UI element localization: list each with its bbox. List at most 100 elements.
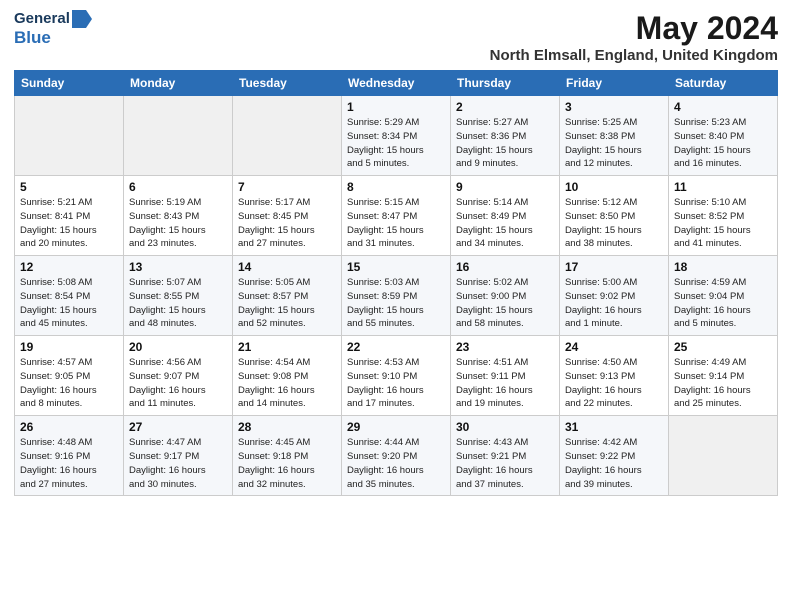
day-info: Sunrise: 4:44 AM Sunset: 9:20 PM Dayligh… — [347, 436, 445, 491]
calendar-page: General Blue May 2024 North Elmsall, Eng… — [0, 0, 792, 506]
day-info: Sunrise: 4:43 AM Sunset: 9:21 PM Dayligh… — [456, 436, 554, 491]
day-cell — [669, 416, 778, 496]
day-number: 5 — [20, 180, 118, 194]
day-info: Sunrise: 5:23 AM Sunset: 8:40 PM Dayligh… — [674, 116, 772, 171]
day-number: 17 — [565, 260, 663, 274]
day-number: 6 — [129, 180, 227, 194]
day-cell: 5 Sunrise: 5:21 AM Sunset: 8:41 PM Daylig… — [15, 176, 124, 256]
day-cell: 23 Sunrise: 4:51 AM Sunset: 9:11 PM Dayli… — [451, 336, 560, 416]
day-info: Sunrise: 4:57 AM Sunset: 9:05 PM Dayligh… — [20, 356, 118, 411]
day-info: Sunrise: 4:45 AM Sunset: 9:18 PM Dayligh… — [238, 436, 336, 491]
day-info: Sunrise: 4:54 AM Sunset: 9:08 PM Dayligh… — [238, 356, 336, 411]
day-number: 1 — [347, 100, 445, 114]
day-info: Sunrise: 5:00 AM Sunset: 9:02 PM Dayligh… — [565, 276, 663, 331]
day-cell: 12 Sunrise: 5:08 AM Sunset: 8:54 PM Dayli… — [15, 256, 124, 336]
col-tuesday: Tuesday — [233, 71, 342, 96]
day-info: Sunrise: 4:48 AM Sunset: 9:16 PM Dayligh… — [20, 436, 118, 491]
day-number: 28 — [238, 420, 336, 434]
day-info: Sunrise: 5:14 AM Sunset: 8:49 PM Dayligh… — [456, 196, 554, 251]
day-cell: 11 Sunrise: 5:10 AM Sunset: 8:52 PM Dayli… — [669, 176, 778, 256]
col-monday: Monday — [124, 71, 233, 96]
day-info: Sunrise: 4:49 AM Sunset: 9:14 PM Dayligh… — [674, 356, 772, 411]
day-info: Sunrise: 5:17 AM Sunset: 8:45 PM Dayligh… — [238, 196, 336, 251]
day-cell: 31 Sunrise: 4:42 AM Sunset: 9:22 PM Dayli… — [560, 416, 669, 496]
day-info: Sunrise: 4:56 AM Sunset: 9:07 PM Dayligh… — [129, 356, 227, 411]
week-row-3: 12 Sunrise: 5:08 AM Sunset: 8:54 PM Dayli… — [15, 256, 778, 336]
day-cell: 2Sunrise: 5:27 AM Sunset: 8:36 PM Daylig… — [451, 96, 560, 176]
day-number: 10 — [565, 180, 663, 194]
day-number: 11 — [674, 180, 772, 194]
day-info: Sunrise: 4:59 AM Sunset: 9:04 PM Dayligh… — [674, 276, 772, 331]
day-number: 2 — [456, 100, 554, 114]
day-number: 16 — [456, 260, 554, 274]
day-info: Sunrise: 4:51 AM Sunset: 9:11 PM Dayligh… — [456, 356, 554, 411]
week-row-2: 5 Sunrise: 5:21 AM Sunset: 8:41 PM Daylig… — [15, 176, 778, 256]
day-info: Sunrise: 4:47 AM Sunset: 9:17 PM Dayligh… — [129, 436, 227, 491]
day-cell: 4 Sunrise: 5:23 AM Sunset: 8:40 PM Daylig… — [669, 96, 778, 176]
title-month: May 2024 — [490, 10, 778, 47]
day-number: 18 — [674, 260, 772, 274]
day-number: 4 — [674, 100, 772, 114]
day-cell: 19 Sunrise: 4:57 AM Sunset: 9:05 PM Dayli… — [15, 336, 124, 416]
day-cell: 27 Sunrise: 4:47 AM Sunset: 9:17 PM Dayli… — [124, 416, 233, 496]
week-row-4: 19 Sunrise: 4:57 AM Sunset: 9:05 PM Dayli… — [15, 336, 778, 416]
day-info: Sunrise: 5:10 AM Sunset: 8:52 PM Dayligh… — [674, 196, 772, 251]
day-cell: 15 Sunrise: 5:03 AM Sunset: 8:59 PM Dayli… — [342, 256, 451, 336]
day-cell: 8Sunrise: 5:15 AM Sunset: 8:47 PM Daylig… — [342, 176, 451, 256]
week-row-5: 26 Sunrise: 4:48 AM Sunset: 9:16 PM Dayli… — [15, 416, 778, 496]
header-row: Sunday Monday Tuesday Wednesday Thursday… — [15, 71, 778, 96]
day-cell: 22 Sunrise: 4:53 AM Sunset: 9:10 PM Dayli… — [342, 336, 451, 416]
day-info: Sunrise: 5:08 AM Sunset: 8:54 PM Dayligh… — [20, 276, 118, 331]
day-cell: 7Sunrise: 5:17 AM Sunset: 8:45 PM Daylig… — [233, 176, 342, 256]
day-number: 24 — [565, 340, 663, 354]
calendar-table: Sunday Monday Tuesday Wednesday Thursday… — [14, 70, 778, 496]
day-number: 22 — [347, 340, 445, 354]
day-number: 15 — [347, 260, 445, 274]
day-cell: 28 Sunrise: 4:45 AM Sunset: 9:18 PM Dayli… — [233, 416, 342, 496]
day-info: Sunrise: 5:25 AM Sunset: 8:38 PM Dayligh… — [565, 116, 663, 171]
day-info: Sunrise: 5:03 AM Sunset: 8:59 PM Dayligh… — [347, 276, 445, 331]
day-number: 19 — [20, 340, 118, 354]
day-cell: 25 Sunrise: 4:49 AM Sunset: 9:14 PM Dayli… — [669, 336, 778, 416]
day-cell — [124, 96, 233, 176]
day-cell: 29Sunrise: 4:44 AM Sunset: 9:20 PM Dayli… — [342, 416, 451, 496]
day-number: 3 — [565, 100, 663, 114]
col-friday: Friday — [560, 71, 669, 96]
day-info: Sunrise: 4:53 AM Sunset: 9:10 PM Dayligh… — [347, 356, 445, 411]
title-location: North Elmsall, England, United Kingdom — [490, 47, 778, 64]
day-number: 31 — [565, 420, 663, 434]
day-cell: 1 Sunrise: 5:29 AM Sunset: 8:34 PM Daylig… — [342, 96, 451, 176]
day-cell — [233, 96, 342, 176]
day-cell: 20 Sunrise: 4:56 AM Sunset: 9:07 PM Dayli… — [124, 336, 233, 416]
day-info: Sunrise: 5:21 AM Sunset: 8:41 PM Dayligh… — [20, 196, 118, 251]
day-number: 9 — [456, 180, 554, 194]
day-number: 25 — [674, 340, 772, 354]
day-info: Sunrise: 4:42 AM Sunset: 9:22 PM Dayligh… — [565, 436, 663, 491]
logo: General Blue — [14, 10, 92, 48]
day-cell: 10Sunrise: 5:12 AM Sunset: 8:50 PM Dayli… — [560, 176, 669, 256]
col-thursday: Thursday — [451, 71, 560, 96]
day-number: 26 — [20, 420, 118, 434]
day-info: Sunrise: 5:29 AM Sunset: 8:34 PM Dayligh… — [347, 116, 445, 171]
day-cell: 17 Sunrise: 5:00 AM Sunset: 9:02 PM Dayli… — [560, 256, 669, 336]
day-cell: 9 Sunrise: 5:14 AM Sunset: 8:49 PM Daylig… — [451, 176, 560, 256]
day-cell: 24 Sunrise: 4:50 AM Sunset: 9:13 PM Dayli… — [560, 336, 669, 416]
logo-general: General — [14, 10, 70, 28]
title-block: May 2024 North Elmsall, England, United … — [490, 10, 778, 64]
day-cell: 16Sunrise: 5:02 AM Sunset: 9:00 PM Dayli… — [451, 256, 560, 336]
day-number: 12 — [20, 260, 118, 274]
col-sunday: Sunday — [15, 71, 124, 96]
day-number: 21 — [238, 340, 336, 354]
day-info: Sunrise: 5:19 AM Sunset: 8:43 PM Dayligh… — [129, 196, 227, 251]
day-info: Sunrise: 4:50 AM Sunset: 9:13 PM Dayligh… — [565, 356, 663, 411]
week-row-1: 1 Sunrise: 5:29 AM Sunset: 8:34 PM Daylig… — [15, 96, 778, 176]
day-cell: 13Sunrise: 5:07 AM Sunset: 8:55 PM Dayli… — [124, 256, 233, 336]
day-number: 27 — [129, 420, 227, 434]
day-cell: 14Sunrise: 5:05 AM Sunset: 8:57 PM Dayli… — [233, 256, 342, 336]
day-number: 23 — [456, 340, 554, 354]
day-number: 20 — [129, 340, 227, 354]
day-info: Sunrise: 5:15 AM Sunset: 8:47 PM Dayligh… — [347, 196, 445, 251]
day-cell: 3 Sunrise: 5:25 AM Sunset: 8:38 PM Daylig… — [560, 96, 669, 176]
logo-icon — [72, 10, 92, 28]
day-cell: 21 Sunrise: 4:54 AM Sunset: 9:08 PM Dayli… — [233, 336, 342, 416]
